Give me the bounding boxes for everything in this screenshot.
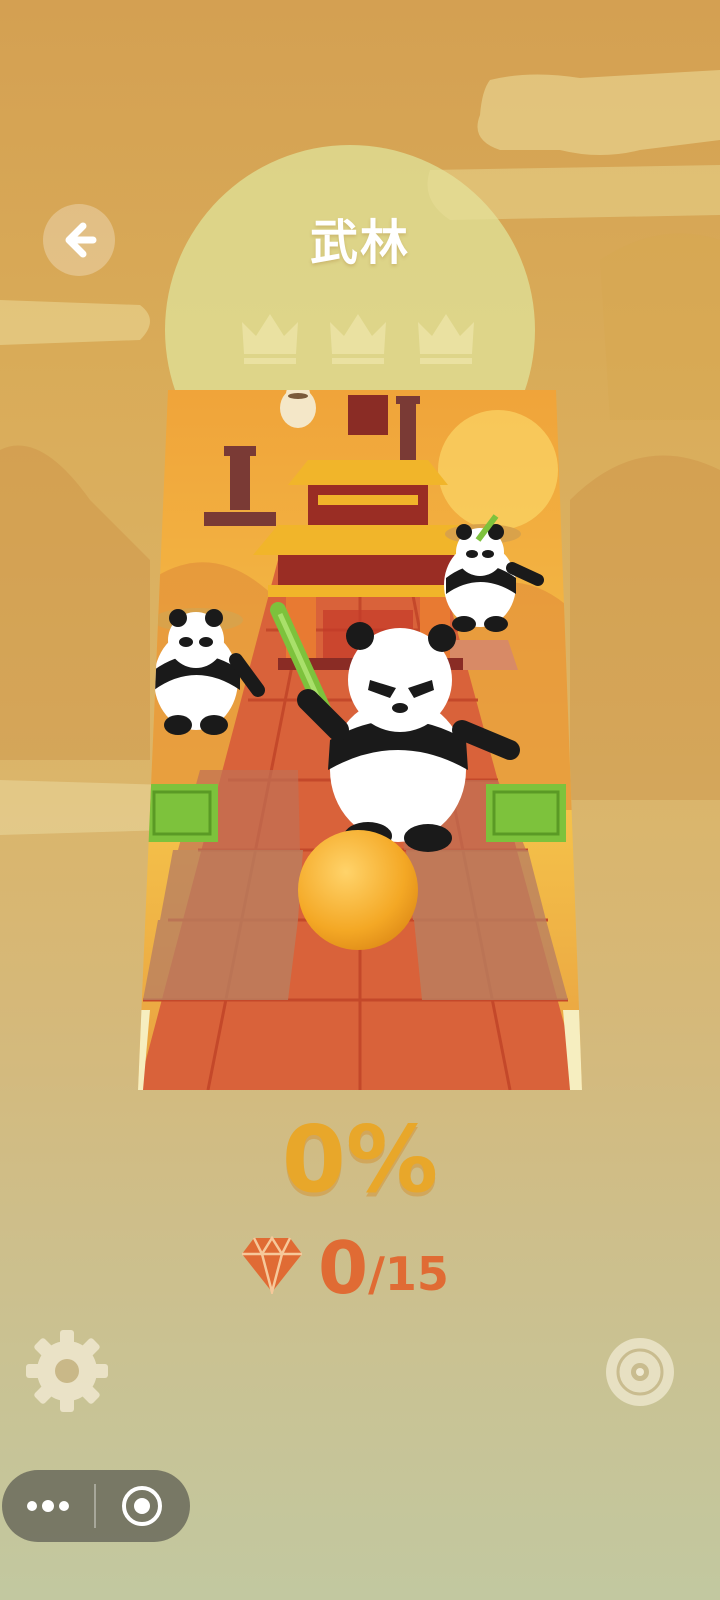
mountain [570, 455, 720, 800]
cloud [427, 165, 720, 220]
music-disc-icon [606, 1338, 674, 1406]
mountain [600, 233, 720, 420]
close-mini-program-button[interactable] [96, 1470, 188, 1542]
back-button[interactable] [43, 204, 115, 276]
more-dots-icon [27, 1500, 69, 1512]
dark-tile [160, 850, 303, 920]
level-preview[interactable] [138, 390, 582, 1090]
progress-percent: 0% [281, 1106, 439, 1213]
mountain [0, 445, 150, 760]
crown-icon [330, 314, 386, 364]
dark-tile [414, 920, 568, 1000]
diamond-icon [242, 1236, 302, 1294]
settings-button[interactable] [22, 1326, 112, 1416]
cloud [0, 300, 150, 345]
cloud [477, 70, 720, 155]
more-menu-button[interactable] [2, 1470, 94, 1542]
mini-program-capsule [2, 1470, 190, 1542]
music-button[interactable] [604, 1336, 676, 1408]
dark-tile [143, 920, 298, 1000]
crown-rating [238, 306, 478, 368]
gem-total: /15 [368, 1247, 449, 1301]
gear-icon [26, 1330, 108, 1412]
arrow-left-icon [65, 222, 97, 258]
gem-collected: 0 [318, 1226, 369, 1310]
crown-icon [242, 314, 298, 364]
player-ball [298, 830, 418, 950]
level-preview-art [138, 390, 582, 1090]
gem-counter: 0 /15 [240, 1228, 449, 1308]
game-sun [438, 410, 558, 530]
level-title: 武林 [309, 215, 410, 271]
dark-tile [406, 850, 546, 920]
crown-icon [418, 314, 474, 364]
target-close-icon [122, 1486, 162, 1526]
cloud [0, 780, 170, 835]
